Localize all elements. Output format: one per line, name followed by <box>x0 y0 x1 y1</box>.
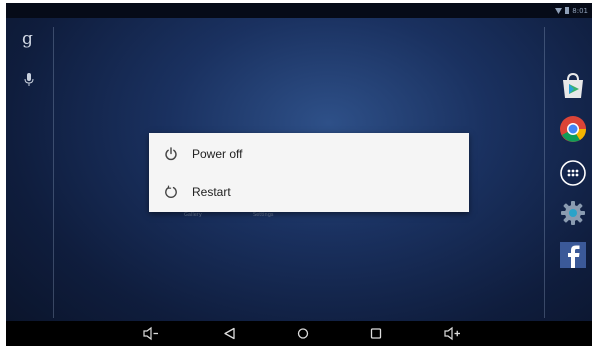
settings-label: Settings <box>253 212 274 218</box>
back-icon[interactable] <box>221 326 239 341</box>
gallery-label: Gallery <box>184 212 202 218</box>
power-off-option[interactable]: Power off <box>149 135 469 173</box>
settings-icon[interactable] <box>558 198 588 228</box>
facebook-icon[interactable] <box>558 240 588 270</box>
play-store-icon[interactable] <box>558 71 588 101</box>
mic-icon[interactable] <box>24 73 34 87</box>
home-column-divider-left <box>53 27 54 318</box>
status-bar: 8:01 <box>6 3 592 18</box>
device-screen: 8:01 g Gallery Settings Power off Restar… <box>6 3 592 346</box>
home-icon[interactable] <box>294 326 312 341</box>
home-column-divider-right <box>544 27 545 318</box>
status-time: 8:01 <box>572 6 588 15</box>
chrome-icon[interactable] <box>558 114 588 144</box>
volume-down-icon[interactable] <box>142 326 160 341</box>
battery-icon <box>565 7 570 14</box>
recents-icon[interactable] <box>367 326 385 341</box>
navigation-bar <box>6 321 592 346</box>
wifi-icon <box>555 7 563 14</box>
power-menu-dialog: Power off Restart <box>149 133 469 212</box>
app-drawer-icon[interactable] <box>558 158 588 188</box>
google-search-icon[interactable]: g <box>22 31 33 48</box>
restart-option[interactable]: Restart <box>149 173 469 211</box>
power-off-label: Power off <box>192 147 243 161</box>
status-icons: 8:01 <box>555 5 588 16</box>
volume-up-icon[interactable] <box>443 326 461 341</box>
restart-label: Restart <box>192 185 231 199</box>
power-icon <box>165 147 177 161</box>
restart-icon <box>165 185 177 198</box>
